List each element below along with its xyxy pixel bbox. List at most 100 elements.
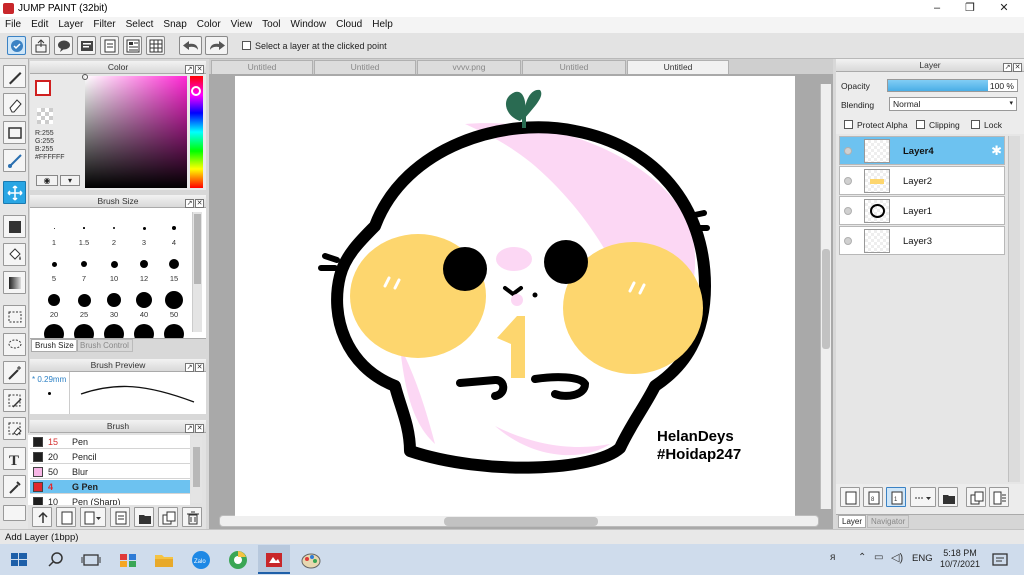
visibility-icon[interactable]	[844, 147, 852, 155]
tab-layer[interactable]: Layer	[838, 515, 867, 528]
brush-size-swatch[interactable]	[51, 261, 57, 267]
menu-help[interactable]: Help	[367, 17, 398, 33]
panel-close-icon[interactable]: ✕	[195, 424, 204, 433]
menu-snap[interactable]: Snap	[158, 17, 191, 33]
layer-menu-icon[interactable]	[910, 487, 936, 507]
chevron-up-icon[interactable]: ⌃	[858, 552, 866, 563]
visibility-icon[interactable]	[844, 207, 852, 215]
menu-layer[interactable]: Layer	[53, 17, 88, 33]
brush-size-swatch[interactable]	[107, 293, 121, 307]
notification-icon[interactable]	[990, 549, 1012, 571]
tab-navigator[interactable]: Navigator	[867, 515, 910, 528]
brush-size-swatch[interactable]	[81, 261, 87, 267]
rect-select-tool-icon[interactable]	[3, 305, 26, 328]
foreground-color-swatch[interactable]	[35, 80, 51, 96]
people-icon[interactable]: ᴙ	[830, 552, 835, 563]
language-indicator[interactable]: ENG	[912, 553, 933, 564]
menu-edit[interactable]: Edit	[26, 17, 53, 33]
brush-size-swatch[interactable]	[48, 294, 60, 306]
fill-rect-tool-icon[interactable]	[3, 215, 26, 238]
bucket-tool-icon[interactable]	[3, 243, 26, 266]
panel-float-icon[interactable]: ↗	[185, 199, 194, 208]
tab-brush-control[interactable]: Brush Control	[76, 339, 133, 352]
app-gallery-icon[interactable]	[117, 549, 139, 571]
gradient-tool-icon[interactable]	[3, 271, 26, 294]
layer-row-layer1[interactable]: Layer1	[839, 196, 1005, 225]
magic-wand-tool-icon[interactable]	[3, 361, 26, 384]
gear-icon[interactable]: ✱	[991, 143, 1002, 159]
panel-close-icon[interactable]: ✕	[195, 363, 204, 372]
select-eraser-tool-icon[interactable]	[3, 417, 26, 440]
jump-paint-taskbar-button[interactable]	[258, 545, 290, 574]
brush-size-swatch[interactable]	[136, 292, 152, 308]
select-pen-tool-icon[interactable]	[3, 389, 26, 412]
text-tool-icon[interactable]: T	[3, 447, 26, 470]
menu-cloud[interactable]: Cloud	[331, 17, 367, 33]
select-layer-checkbox[interactable]	[242, 41, 251, 50]
line-tool-icon[interactable]	[3, 149, 26, 172]
brush-item[interactable]: 15 Pen	[30, 435, 190, 449]
panel-float-icon[interactable]: ↗	[185, 363, 194, 372]
color-menu-button[interactable]: ▾	[60, 175, 80, 186]
menu-tool[interactable]: Tool	[257, 17, 285, 33]
brush-size-swatch[interactable]	[53, 227, 55, 229]
panel-layout-icon[interactable]	[123, 36, 142, 55]
tab-untitled-2[interactable]: Untitled	[314, 60, 416, 74]
brush-delete-icon[interactable]	[182, 507, 202, 527]
color-wheel-button[interactable]: ◉	[36, 175, 58, 186]
minimize-button[interactable]: –	[920, 0, 954, 17]
eyedropper-tool-icon[interactable]	[3, 475, 26, 498]
brush-size-swatch[interactable]	[77, 293, 91, 307]
menu-window[interactable]: Window	[286, 17, 332, 33]
layer-folder-icon[interactable]	[938, 487, 958, 507]
cloud-icon[interactable]	[7, 36, 26, 55]
brush-list-scrollbar[interactable]	[191, 437, 202, 503]
brush-size-swatch[interactable]	[169, 259, 179, 269]
tab-brush-size[interactable]: Brush Size	[31, 339, 78, 352]
menu-select[interactable]: Select	[121, 17, 159, 33]
menu-view[interactable]: View	[226, 17, 258, 33]
brush-item[interactable]: 50 Blur	[30, 465, 190, 479]
lock-checkbox[interactable]	[971, 120, 980, 129]
duplicate-layer-icon[interactable]	[966, 487, 986, 507]
brush-item[interactable]: 20 Pencil	[30, 450, 190, 464]
drawing-canvas[interactable]: HelanDeys #Hoidap247	[235, 76, 795, 516]
file-explorer-icon[interactable]	[153, 549, 175, 571]
brush-upload-icon[interactable]	[32, 507, 52, 527]
new-layer-icon[interactable]	[840, 487, 860, 507]
saturation-value-picker[interactable]	[82, 74, 187, 188]
page-icon[interactable]	[100, 36, 119, 55]
panel-float-icon[interactable]: ↗	[185, 65, 194, 74]
brush-size-swatch[interactable]	[140, 260, 148, 268]
tab-untitled-1[interactable]: Untitled	[211, 60, 313, 74]
layer-list-scrollbar[interactable]	[1008, 136, 1020, 482]
panel-close-icon[interactable]: ✕	[195, 199, 204, 208]
brush-menu-icon[interactable]	[80, 507, 106, 527]
tab-untitled-active[interactable]: Untitled	[627, 60, 729, 74]
panel-close-icon[interactable]: ✕	[195, 65, 204, 74]
menu-filter[interactable]: Filter	[88, 17, 120, 33]
brush-size-swatch[interactable]	[110, 260, 118, 268]
menu-color[interactable]: Color	[192, 17, 226, 33]
brush-duplicate-icon[interactable]	[158, 507, 178, 527]
transparent-color-icon[interactable]	[37, 108, 53, 124]
windows-start-icon[interactable]	[8, 549, 30, 571]
panel-float-icon[interactable]: ↗	[1003, 63, 1012, 72]
visibility-icon[interactable]	[844, 237, 852, 245]
battery-icon[interactable]: ▭	[874, 552, 883, 563]
tab-vvvv-png[interactable]: vvvv.png	[417, 60, 521, 74]
menu-file[interactable]: File	[0, 17, 26, 33]
blending-select[interactable]: Normal ▾	[889, 97, 1017, 111]
task-view-icon[interactable]	[80, 549, 102, 571]
brush-size-swatch[interactable]	[165, 291, 183, 309]
more-tools-icon[interactable]	[3, 505, 26, 521]
panel-float-icon[interactable]: ↗	[185, 424, 194, 433]
maximize-button[interactable]: ❐	[953, 0, 987, 17]
search-icon[interactable]	[45, 549, 67, 571]
canvas-horizontal-scrollbar[interactable]	[219, 515, 819, 527]
paint-app-icon[interactable]	[300, 549, 322, 571]
brush-size-scrollbar[interactable]	[192, 212, 202, 332]
clock[interactable]: 5:18 PM 10/7/2021	[936, 548, 984, 570]
brush-item[interactable]: 10 Pen (Sharp)	[30, 495, 190, 505]
merge-layer-icon[interactable]	[989, 487, 1009, 507]
